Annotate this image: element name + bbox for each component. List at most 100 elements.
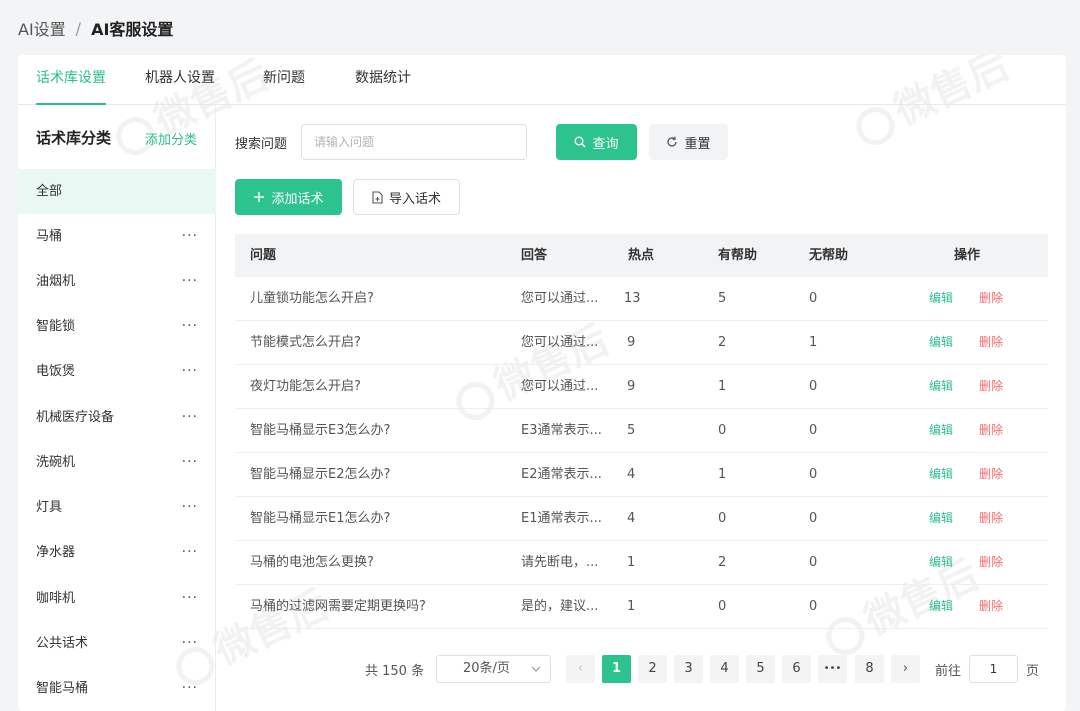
more-icon[interactable]: ···: [182, 259, 198, 304]
more-icon[interactable]: ···: [182, 304, 198, 349]
more-icon[interactable]: ···: [182, 349, 198, 394]
page-size-select[interactable]: 20条/页: [436, 655, 551, 683]
table-row: 夜灯功能怎么开启? 您可以通过... 9 1 0 编辑 删除: [235, 365, 1048, 409]
page-button[interactable]: 8: [855, 655, 884, 683]
delete-link[interactable]: 删除: [979, 409, 1003, 452]
cell-answer: 您可以通过...: [521, 335, 599, 350]
delete-link[interactable]: 删除: [979, 453, 1003, 496]
category-item[interactable]: 灯具 ···: [18, 485, 216, 530]
query-button[interactable]: 查询: [556, 124, 637, 160]
category-label: 电饭煲: [36, 364, 76, 379]
delete-link[interactable]: 删除: [979, 277, 1003, 320]
cell-answer: 您可以通过...: [521, 379, 599, 394]
cell-helpful: 1: [718, 379, 727, 394]
cell-hot: 1: [627, 599, 636, 614]
add-script-button[interactable]: 添加话术: [235, 179, 342, 215]
search-input[interactable]: [301, 124, 527, 160]
cell-question: 智能马桶显示E1怎么办?: [250, 511, 391, 526]
main-card: 微售后 微售后 微售后 微售后 微售后 话术库设置 机器人设置 新问题 数据统计…: [18, 55, 1066, 711]
category-label: 咖啡机: [36, 591, 76, 606]
prev-page-button[interactable]: ‹: [566, 655, 595, 683]
header-question: 问题: [250, 248, 277, 263]
delete-link[interactable]: 删除: [979, 321, 1003, 364]
reset-button-label: 重置: [684, 136, 711, 152]
edit-link[interactable]: 编辑: [929, 409, 953, 452]
category-item[interactable]: 机械医疗设备 ···: [18, 395, 216, 440]
edit-link[interactable]: 编辑: [929, 453, 953, 496]
category-item[interactable]: 马桶 ···: [18, 214, 216, 259]
import-script-button[interactable]: 导入话术: [353, 179, 460, 215]
cell-unhelpful: 1: [809, 335, 818, 350]
page-size-value: 20条/页: [463, 661, 510, 676]
breadcrumb-parent[interactable]: AI设置: [18, 16, 66, 40]
category-item[interactable]: 油烟机 ···: [18, 259, 216, 304]
cell-answer: 请先断电，...: [521, 555, 599, 570]
header-helpful: 有帮助: [718, 248, 758, 263]
category-label: 全部: [36, 184, 63, 199]
category-item[interactable]: 智能锁 ···: [18, 304, 216, 349]
more-icon[interactable]: ···: [182, 440, 198, 485]
page-title: AI客服设置: [91, 20, 174, 39]
page-button[interactable]: 5: [746, 655, 775, 683]
sidebar-header: 话术库分类 添加分类: [18, 105, 215, 169]
page-button[interactable]: 1: [602, 655, 631, 683]
category-item[interactable]: 咖啡机 ···: [18, 576, 216, 621]
tab-robot-settings[interactable]: 机器人设置: [145, 55, 215, 105]
category-item-all[interactable]: 全部: [18, 169, 216, 214]
delete-link[interactable]: 删除: [979, 365, 1003, 408]
more-icon[interactable]: ···: [182, 214, 198, 259]
edit-link[interactable]: 编辑: [929, 365, 953, 408]
tab-script-library[interactable]: 话术库设置: [36, 55, 106, 105]
more-icon[interactable]: ···: [182, 576, 198, 621]
more-icon[interactable]: ···: [182, 485, 198, 530]
page-button[interactable]: 4: [710, 655, 739, 683]
refresh-icon: [666, 136, 678, 148]
tab-bar: 话术库设置 机器人设置 新问题 数据统计: [18, 55, 1066, 105]
tab-statistics[interactable]: 数据统计: [355, 55, 411, 105]
cell-helpful: 0: [718, 423, 727, 438]
cell-question: 马桶的电池怎么更换?: [250, 555, 374, 570]
edit-link[interactable]: 编辑: [929, 585, 953, 628]
delete-link[interactable]: 删除: [979, 585, 1003, 628]
page-button[interactable]: 2: [638, 655, 667, 683]
cell-helpful: 0: [718, 511, 727, 526]
category-item[interactable]: 电饭煲 ···: [18, 349, 216, 394]
edit-link[interactable]: 编辑: [929, 321, 953, 364]
tab-new-questions[interactable]: 新问题: [263, 55, 305, 105]
page-button[interactable]: 3: [674, 655, 703, 683]
add-category-link[interactable]: 添加分类: [145, 129, 197, 148]
breadcrumb: AI设置 / AI客服设置: [18, 16, 174, 40]
cell-hot: 5: [627, 423, 636, 438]
cell-hot: 4: [627, 511, 636, 526]
reset-button[interactable]: 重置: [649, 124, 728, 160]
plus-icon: [253, 191, 265, 203]
next-page-button[interactable]: ›: [891, 655, 920, 683]
goto-page-input[interactable]: [969, 655, 1018, 683]
cell-hot: 13: [624, 291, 641, 306]
edit-link[interactable]: 编辑: [929, 277, 953, 320]
delete-link[interactable]: 删除: [979, 497, 1003, 540]
query-button-label: 查询: [592, 136, 619, 152]
page-button[interactable]: 6: [782, 655, 811, 683]
more-pages-button[interactable]: •••: [818, 655, 847, 683]
edit-link[interactable]: 编辑: [929, 497, 953, 540]
cell-hot: 9: [627, 379, 636, 394]
category-label: 公共话术: [36, 636, 89, 651]
cell-question: 马桶的过滤网需要定期更换吗?: [250, 599, 426, 614]
category-label: 智能锁: [36, 319, 76, 334]
edit-link[interactable]: 编辑: [929, 541, 953, 584]
delete-link[interactable]: 删除: [979, 541, 1003, 584]
cell-unhelpful: 0: [809, 291, 818, 306]
pagination: 共 150 条 20条/页 ‹ 1 2 3 4 5 6 ••• 8 › 前往 页: [18, 655, 1066, 683]
category-item[interactable]: 洗碗机 ···: [18, 440, 216, 485]
cell-question: 夜灯功能怎么开启?: [250, 379, 361, 394]
cell-unhelpful: 0: [809, 379, 818, 394]
category-item[interactable]: 净水器 ···: [18, 530, 216, 575]
cell-unhelpful: 0: [809, 511, 818, 526]
category-label: 智能马桶: [36, 681, 89, 696]
pagination-total: 共 150 条: [365, 664, 425, 679]
more-icon[interactable]: ···: [182, 530, 198, 575]
more-icon[interactable]: ···: [182, 395, 198, 440]
import-script-label: 导入话术: [388, 191, 441, 207]
table-row: 智能马桶显示E3怎么办? E3通常表示... 5 0 0 编辑 删除: [235, 409, 1048, 453]
